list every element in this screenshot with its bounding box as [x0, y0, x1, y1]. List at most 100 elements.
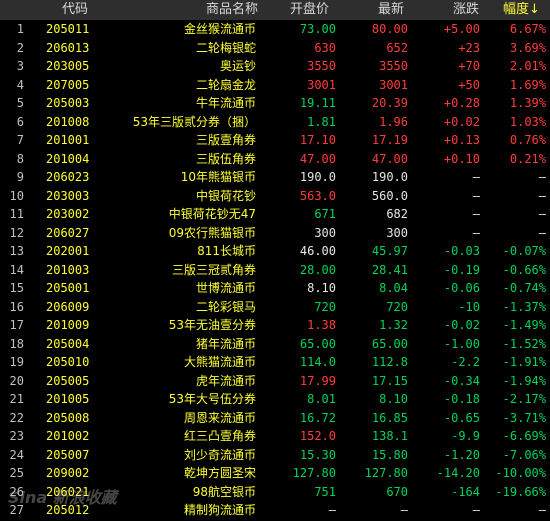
- row-change: —: [472, 503, 480, 517]
- header-change[interactable]: 涨跌: [453, 0, 479, 20]
- table-row[interactable]: 26 206021 98航空银币 751 670 -164 -19.66%: [0, 483, 550, 502]
- row-name: 红三凸壹角券: [183, 429, 256, 443]
- row-code: 201009: [46, 318, 90, 332]
- table-row[interactable]: 6 201008 53年三版贰分券（捆） 1.81 1.96 +0.02 1.03%: [0, 113, 550, 132]
- table-row[interactable]: 27 205012 精制狗流通币 — — — —: [0, 501, 550, 520]
- row-index: 12: [9, 225, 24, 240]
- row-name: 奥运钞: [219, 59, 256, 73]
- row-name: 乾坤方圆圣宋: [183, 466, 256, 480]
- table-row[interactable]: 8 201004 三版伍角券 47.00 47.00 +0.10 0.21%: [0, 150, 550, 169]
- row-change: +5.00: [443, 22, 480, 36]
- row-open-price: 46.00: [299, 244, 336, 258]
- row-code: 203003: [46, 188, 90, 203]
- table-row[interactable]: 1 205011 金丝猴流通币 73.00 80.00 +5.00 6.67%: [0, 20, 550, 39]
- row-last-price: 80.00: [371, 22, 408, 36]
- table-row[interactable]: 5 205003 牛年流通币 19.11 20.39 +0.28 1.39%: [0, 94, 550, 113]
- row-change: +23: [458, 40, 480, 55]
- table-row[interactable]: 9 206023 10年熊猫银币 190.0 190.0 — —: [0, 168, 550, 187]
- row-change: -9.9: [451, 429, 480, 443]
- row-change-pct: -7.06%: [502, 447, 546, 462]
- row-name: 刘少奇流通币: [183, 447, 256, 462]
- row-change: -0.06: [443, 281, 480, 295]
- header-name[interactable]: 商品名称: [206, 0, 258, 20]
- row-index: 26: [9, 484, 24, 499]
- row-last-price: 1.96: [379, 114, 408, 129]
- table-row[interactable]: 24 205007 刘少奇流通币 15.30 15.80 -1.20 -7.06%: [0, 446, 550, 465]
- row-code: 201005: [46, 392, 90, 406]
- row-name: 09农行熊猫银币: [168, 225, 256, 240]
- row-change: +0.02: [443, 114, 480, 129]
- row-change-pct: 6.67%: [509, 22, 546, 36]
- table-row[interactable]: 4 207005 二轮扇金龙 3001 3001 +50 1.69%: [0, 76, 550, 95]
- row-change: -0.02: [443, 318, 480, 332]
- row-name: 周恩来流通币: [183, 410, 256, 425]
- row-change-pct: 1.03%: [509, 114, 546, 129]
- row-open-price: 17.10: [299, 133, 336, 147]
- table-row[interactable]: 22 205008 周恩来流通币 16.72 16.85 -0.65 -3.71%: [0, 409, 550, 428]
- table-row[interactable]: 19 205010 大熊猫流通币 114.0 112.8 -2.2 -1.91%: [0, 353, 550, 372]
- row-open-price: —: [328, 503, 336, 517]
- row-open-price: 28.00: [299, 262, 336, 277]
- table-row[interactable]: 21 201005 53年大号伍分券 8.01 8.10 -0.18 -2.17%: [0, 390, 550, 409]
- row-change-pct: 0.21%: [509, 151, 546, 166]
- header-pct-sorted[interactable]: 幅度↓: [503, 0, 540, 20]
- row-change: -0.65: [443, 410, 480, 425]
- row-code: 205004: [46, 336, 90, 351]
- row-index: 25: [9, 466, 24, 480]
- row-code: 205001: [46, 281, 90, 295]
- table-row[interactable]: 25 209002 乾坤方圆圣宋 127.80 127.80 -14.20 -10.00%: [0, 464, 550, 483]
- row-change-pct: —: [538, 207, 546, 221]
- row-last-price: 17.19: [371, 133, 408, 147]
- row-index: 18: [9, 336, 24, 351]
- table-row[interactable]: 15 205001 世博流通币 8.10 8.04 -0.06 -0.74%: [0, 279, 550, 298]
- header-open[interactable]: 开盘价: [290, 0, 329, 20]
- row-code: 203005: [46, 59, 90, 73]
- table-row[interactable]: 2 206013 二轮梅银蛇 630 652 +23 3.69%: [0, 39, 550, 58]
- row-last-price: 16.85: [371, 410, 408, 425]
- row-name: 世博流通币: [195, 281, 256, 295]
- row-change-pct: -1.49%: [502, 318, 546, 332]
- row-change: —: [472, 225, 480, 240]
- row-code: 201001: [46, 133, 90, 147]
- row-code: 205005: [46, 373, 90, 388]
- row-index: 11: [9, 207, 24, 221]
- table-row[interactable]: 13 202001 811长城币 46.00 45.97 -0.03 -0.07%: [0, 242, 550, 261]
- row-code: 205007: [46, 447, 90, 462]
- row-name: 二轮梅银蛇: [195, 40, 256, 55]
- table-row[interactable]: 14 201003 三版三冠贰角券 28.00 28.41 -0.19 -0.66%: [0, 261, 550, 280]
- row-change-pct: -1.52%: [502, 336, 546, 351]
- row-change-pct: -10.00%: [495, 466, 546, 480]
- row-change-pct: 3.69%: [509, 40, 546, 55]
- table-row[interactable]: 11 203002 中银荷花钞无47 671 682 — —: [0, 205, 550, 224]
- table-row[interactable]: 18 205004 猪年流通币 65.00 65.00 -1.00 -1.52%: [0, 335, 550, 354]
- row-open-price: 8.10: [307, 281, 336, 295]
- row-last-price: 670: [386, 484, 408, 499]
- row-last-price: 8.10: [379, 392, 408, 406]
- row-open-price: 563.0: [299, 188, 336, 203]
- row-last-price: 190.0: [371, 170, 408, 184]
- table-row[interactable]: 16 206009 二轮彩银马 720 720 -10 -1.37%: [0, 298, 550, 317]
- table-row[interactable]: 12 206027 09农行熊猫银币 300 300 — —: [0, 224, 550, 243]
- table-row[interactable]: 20 205005 虎年流通币 17.99 17.15 -0.34 -1.94%: [0, 372, 550, 391]
- table-row[interactable]: 17 201009 53年无油壹分券 1.38 1.32 -0.02 -1.49%: [0, 316, 550, 335]
- row-change: -0.19: [443, 262, 480, 277]
- table-row[interactable]: 3 203005 奥运钞 3550 3550 +70 2.01%: [0, 57, 550, 76]
- table-row[interactable]: 23 201002 红三凸壹角券 152.0 138.1 -9.9 -6.69%: [0, 427, 550, 446]
- row-change-pct: -1.91%: [502, 355, 546, 369]
- row-last-price: 720: [386, 299, 408, 314]
- table-row[interactable]: 10 203003 中银荷花钞 563.0 560.0 — —: [0, 187, 550, 206]
- row-change: -1.00: [443, 336, 480, 351]
- header-code[interactable]: 代码: [62, 0, 88, 20]
- row-index: 10: [9, 188, 24, 203]
- row-open-price: 65.00: [299, 336, 336, 351]
- row-code: 202001: [46, 244, 90, 258]
- row-last-price: 8.04: [379, 281, 408, 295]
- row-last-price: 3550: [379, 59, 408, 73]
- header-last[interactable]: 最新: [378, 0, 404, 20]
- table-row[interactable]: 7 201001 三版壹角券 17.10 17.19 +0.13 0.76%: [0, 131, 550, 150]
- row-change-pct: 0.76%: [509, 133, 546, 147]
- row-last-price: 682: [386, 207, 408, 221]
- row-open-price: 1.38: [307, 318, 336, 332]
- row-last-price: 47.00: [371, 151, 408, 166]
- row-name: 53年三版贰分券（捆）: [132, 114, 256, 129]
